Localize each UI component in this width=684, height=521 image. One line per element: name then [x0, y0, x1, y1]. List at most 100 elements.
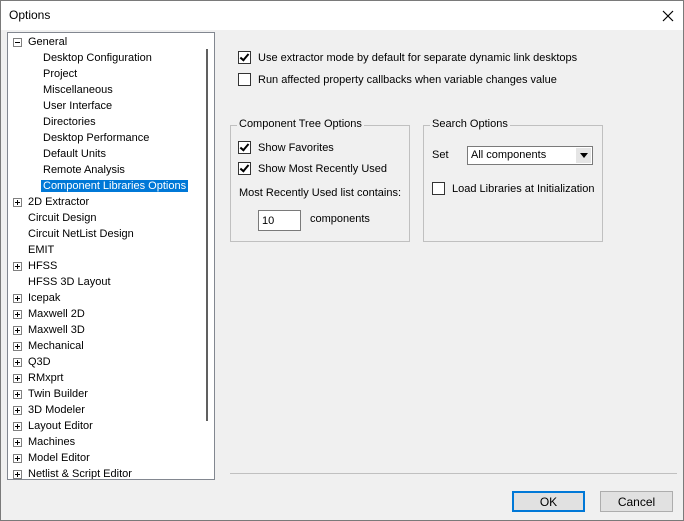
tree-item[interactable]: Twin Builder — [13, 386, 90, 402]
options-dialog: Options General Desktop Configuration Proj… — [0, 0, 684, 521]
expand-icon[interactable] — [13, 422, 22, 431]
tree-item-label: Desktop Performance — [43, 132, 150, 144]
tree-item[interactable]: Layout Editor — [13, 418, 95, 434]
tree-item-label: General — [28, 36, 68, 48]
tree-item-label: Remote Analysis — [43, 164, 125, 176]
expand-icon[interactable] — [13, 390, 22, 399]
tree-item[interactable]: General — [13, 34, 69, 50]
tree-item-label: Model Editor — [28, 452, 90, 464]
expand-icon[interactable] — [13, 406, 22, 415]
tree-item[interactable]: User Interface — [41, 98, 114, 114]
load-libraries-option[interactable]: Load Libraries at Initialization — [432, 182, 594, 195]
tree-item-label: Maxwell 2D — [28, 308, 85, 320]
tree-item[interactable]: 3D Modeler — [13, 402, 87, 418]
tree-item[interactable]: Mechanical — [13, 338, 86, 354]
search-options-title: Search Options — [430, 118, 510, 130]
options-tree[interactable]: General Desktop Configuration Project Misce… — [7, 32, 215, 480]
tree-item-label: Mechanical — [28, 340, 84, 352]
expand-icon[interactable] — [13, 310, 22, 319]
tree-item[interactable]: Machines — [13, 434, 77, 450]
cancel-button[interactable]: Cancel — [600, 491, 673, 512]
set-dropdown[interactable]: All components — [467, 146, 593, 165]
tree-item[interactable]: RMxprt — [13, 370, 65, 386]
show-favorites-label: Show Favorites — [258, 141, 334, 154]
tree-item[interactable]: Netlist & Script Editor — [13, 466, 134, 480]
tree-item-label: Q3D — [28, 356, 51, 368]
expand-icon[interactable] — [13, 374, 22, 383]
tree-item-label: Circuit NetList Design — [28, 228, 134, 240]
tree-scrollbar[interactable] — [204, 33, 214, 479]
tree-item[interactable]: Circuit Design — [26, 210, 98, 226]
tree-item-label: Directories — [43, 116, 96, 128]
affected-callbacks-option[interactable]: Run affected property callbacks when var… — [238, 73, 557, 86]
show-mru-label: Show Most Recently Used — [258, 162, 387, 175]
expand-icon[interactable] — [13, 454, 22, 463]
extractor-mode-option[interactable]: Use extractor mode by default for separa… — [238, 51, 577, 64]
expand-icon[interactable] — [13, 438, 22, 447]
tree-item[interactable]: Remote Analysis — [41, 162, 127, 178]
tree-item-label: Layout Editor — [28, 420, 93, 432]
collapse-icon[interactable] — [13, 38, 22, 47]
tree-item[interactable]: Desktop Configuration — [41, 50, 154, 66]
tree-item-label: Project — [43, 68, 78, 80]
scrollbar-thumb[interactable] — [206, 49, 208, 421]
mru-count-input[interactable]: 10 — [258, 210, 301, 231]
set-dropdown-value: All components — [471, 149, 547, 161]
window-title: Options — [9, 8, 51, 22]
tree-item-label: Desktop Configuration — [43, 52, 152, 64]
extractor-mode-label: Use extractor mode by default for separa… — [258, 51, 578, 64]
expand-icon[interactable] — [13, 342, 22, 351]
ok-button[interactable]: OK — [512, 491, 585, 512]
tree-item-label: Component Libraries Options — [41, 180, 189, 192]
tree-item[interactable]: HFSS 3D Layout — [26, 274, 113, 290]
show-favorites-checkbox[interactable] — [238, 141, 251, 154]
title-bar: Options — [1, 1, 683, 30]
close-button[interactable] — [653, 1, 683, 30]
tree-item-label: EMIT — [28, 244, 55, 256]
tree-item[interactable]: Project — [41, 66, 79, 82]
tree-item-label: Netlist & Script Editor — [28, 468, 132, 480]
load-libraries-label: Load Libraries at Initialization — [452, 182, 595, 195]
expand-icon[interactable] — [13, 262, 22, 271]
tree-item-label: Icepak — [28, 292, 61, 304]
tree-item[interactable]: Directories — [41, 114, 98, 130]
tree-item[interactable]: Circuit NetList Design — [26, 226, 136, 242]
expand-icon[interactable] — [13, 198, 22, 207]
tree-item[interactable]: EMIT — [26, 242, 56, 258]
tree-item[interactable]: 2D Extractor — [13, 194, 91, 210]
tree-item-label: Default Units — [43, 148, 106, 160]
tree-item-label: HFSS 3D Layout — [28, 276, 111, 288]
component-tree-options-title: Component Tree Options — [237, 118, 364, 130]
expand-icon[interactable] — [13, 358, 22, 367]
tree-item[interactable]: Component Libraries Options — [41, 178, 189, 194]
dropdown-arrow-icon[interactable] — [576, 148, 591, 163]
affected-callbacks-checkbox[interactable] — [238, 73, 251, 86]
extractor-mode-checkbox[interactable] — [238, 51, 251, 64]
tree-item[interactable]: Desktop Performance — [41, 130, 151, 146]
mru-suffix-label: components — [310, 213, 370, 225]
tree-item-label: Miscellaneous — [43, 84, 113, 96]
expand-icon[interactable] — [13, 326, 22, 335]
tree-item-label: HFSS — [28, 260, 58, 272]
tree-item[interactable]: Q3D — [13, 354, 53, 370]
tree-item-label: Machines — [28, 436, 76, 448]
set-label: Set — [432, 149, 449, 161]
tree-item[interactable]: Icepak — [13, 290, 62, 306]
affected-callbacks-label: Run affected property callbacks when var… — [258, 73, 557, 86]
tree-item-label: 2D Extractor — [28, 196, 90, 208]
tree-item[interactable]: HFSS — [13, 258, 59, 274]
show-mru-option[interactable]: Show Most Recently Used — [238, 162, 387, 175]
tree-item[interactable]: Default Units — [41, 146, 108, 162]
tree-item[interactable]: Model Editor — [13, 450, 92, 466]
expand-icon[interactable] — [13, 294, 22, 303]
expand-icon[interactable] — [13, 470, 22, 479]
tree-item[interactable]: Maxwell 3D — [13, 322, 87, 338]
show-favorites-option[interactable]: Show Favorites — [238, 141, 334, 154]
tree-item-label: User Interface — [43, 100, 113, 112]
tree-item[interactable]: Miscellaneous — [41, 82, 115, 98]
show-mru-checkbox[interactable] — [238, 162, 251, 175]
tree-item-label: Maxwell 3D — [28, 324, 85, 336]
load-libraries-checkbox[interactable] — [432, 182, 445, 195]
tree-item-label: Circuit Design — [28, 212, 97, 224]
tree-item[interactable]: Maxwell 2D — [13, 306, 87, 322]
